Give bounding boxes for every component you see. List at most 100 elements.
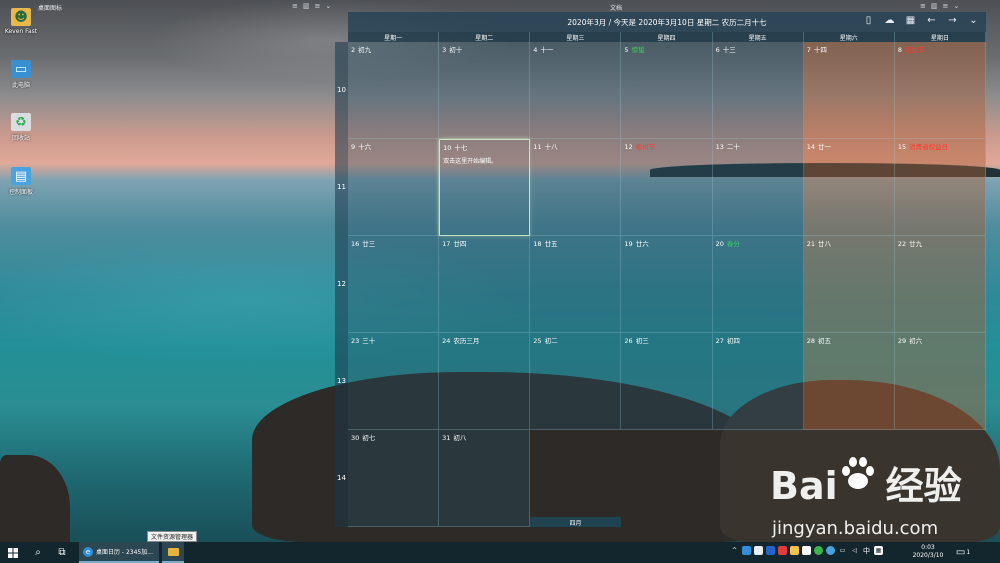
strip-ctrl[interactable]: ⌄ bbox=[325, 2, 331, 10]
day-cell[interactable]: 5 惊蛰 bbox=[621, 42, 713, 139]
browser-icon: e bbox=[83, 546, 93, 557]
lunar-date: 初八 bbox=[453, 434, 467, 442]
day-cell[interactable]: 7 十四 bbox=[803, 42, 895, 139]
lunar-date: 初七 bbox=[362, 434, 376, 442]
desktop-icon-user[interactable]: ☻ Keven Fast bbox=[4, 8, 38, 48]
cloud-icon[interactable]: ☁ bbox=[883, 15, 896, 26]
day-cell[interactable]: 4 十一 bbox=[530, 42, 622, 139]
day-number: 4 bbox=[533, 46, 538, 54]
lunar-date: 消费者权益日 bbox=[909, 143, 949, 151]
taskbar-file-explorer[interactable] bbox=[162, 542, 184, 563]
day-cell[interactable]: 3 初十 bbox=[439, 42, 531, 139]
day-cell[interactable]: 27 初四 bbox=[712, 333, 804, 430]
tray-app-icon[interactable] bbox=[766, 546, 775, 555]
strip-ctrl[interactable]: ≡ bbox=[315, 2, 321, 10]
day-cell[interactable]: 24 农历三月 bbox=[439, 333, 531, 430]
lunar-date: 春分 bbox=[726, 240, 740, 248]
arrow-left-icon[interactable]: ← bbox=[925, 15, 938, 26]
watermark-logo-left: Bai bbox=[770, 464, 838, 508]
phone-icon[interactable]: ▯ bbox=[862, 15, 875, 26]
day-cell[interactable]: 21 廿八 bbox=[803, 236, 895, 333]
day-label: 16 廿三 bbox=[351, 238, 435, 248]
day-cell[interactable]: 25 初二 bbox=[530, 333, 622, 430]
action-center-button[interactable]: ▭ 1 bbox=[952, 542, 974, 563]
day-cell[interactable]: 13 二十 bbox=[712, 139, 804, 236]
day-cell[interactable]: 11 十八 bbox=[530, 139, 622, 236]
day-label: 2 初九 bbox=[351, 44, 435, 54]
calendar-icon[interactable]: ▦ bbox=[904, 15, 917, 26]
right-panel-title: 文档 bbox=[610, 5, 623, 12]
day-number: 27 bbox=[715, 337, 724, 345]
day-number: 28 bbox=[806, 337, 815, 345]
day-cell[interactable]: 6 十三 bbox=[712, 42, 804, 139]
lunar-date: 十四 bbox=[813, 46, 827, 54]
strip-ctrl[interactable]: ≡ bbox=[920, 2, 926, 10]
network-icon[interactable]: ▭ bbox=[838, 546, 847, 555]
day-cell[interactable]: 26 初三 bbox=[621, 333, 713, 430]
day-cell[interactable]: 30 初七 bbox=[348, 430, 440, 527]
day-cell[interactable]: 18 廿五 bbox=[530, 236, 622, 333]
desktop-icon-recycle-bin[interactable]: ♻ 回收站 bbox=[4, 113, 38, 153]
desktop-icon-control-panel[interactable]: ▤ 控制面板 bbox=[4, 167, 38, 207]
search-button[interactable]: ⌕ bbox=[28, 542, 48, 563]
strip-ctrl[interactable]: ⌄ bbox=[953, 2, 959, 10]
strip-ctrl[interactable]: ≡ bbox=[943, 2, 949, 10]
lunar-date: 十一 bbox=[540, 46, 554, 54]
strip-ctrl[interactable]: ▥ bbox=[303, 2, 310, 10]
day-number: 16 bbox=[351, 240, 360, 248]
arrow-right-icon[interactable]: → bbox=[946, 15, 959, 26]
task-view-button[interactable]: ⧉ bbox=[52, 542, 72, 563]
tray-app-icon[interactable] bbox=[754, 546, 763, 555]
taskbar-clock[interactable]: 0:03 2020/3/10 bbox=[906, 544, 950, 560]
day-cell-today[interactable]: 10 十七 双击这里开始编辑。 bbox=[439, 139, 531, 236]
calendar-header: 2020年3月 / 今天是 2020年3月10日 星期二 农历二月十七 ▯ ☁ … bbox=[348, 12, 986, 32]
day-cell[interactable]: 14 廿一 bbox=[803, 139, 895, 236]
day-cell[interactable]: 16 廿三 bbox=[348, 236, 440, 333]
day-cell[interactable]: 29 初六 bbox=[894, 333, 986, 430]
right-panel-controls[interactable]: ≡ ▥ ≡ ⌄ bbox=[920, 2, 959, 10]
lunar-date: 十三 bbox=[722, 46, 736, 54]
next-month-tab[interactable]: 四月 bbox=[530, 517, 621, 527]
day-cell[interactable]: 15 消费者权益日 bbox=[894, 139, 986, 236]
day-number: 30 bbox=[351, 434, 360, 442]
day-cell[interactable]: 9 十六 bbox=[348, 139, 440, 236]
calendar-toolbar: ▯ ☁ ▦ ← → ⌄ bbox=[862, 15, 980, 26]
tray-app-icon[interactable] bbox=[790, 546, 799, 555]
taskbar-app-label: 桌面日历 - 2345加... bbox=[96, 549, 153, 556]
day-cell[interactable]: 2 初九 bbox=[348, 42, 440, 139]
weekday-header-row: 星期一 星期二 星期三 星期四 星期五 星期六 星期日 bbox=[348, 32, 986, 42]
tray-app-icon[interactable] bbox=[742, 546, 751, 555]
recycle-bin-icon: ♻ bbox=[11, 113, 31, 131]
system-tray: ^ ▭ ◁ 中 ▦ bbox=[730, 546, 883, 555]
day-cell[interactable]: 23 三十 bbox=[348, 333, 440, 430]
weekday-label: 星期二 bbox=[439, 32, 531, 42]
tray-app-icon[interactable] bbox=[826, 546, 835, 555]
day-cell[interactable]: 19 廿六 bbox=[621, 236, 713, 333]
day-cell[interactable]: 8 妇女节 bbox=[894, 42, 986, 139]
volume-icon[interactable]: ◁ bbox=[850, 546, 859, 555]
tray-app-icon[interactable]: ▦ bbox=[874, 546, 883, 555]
desktop-icon-computer[interactable]: ▭ 此电脑 bbox=[4, 60, 38, 100]
left-panel-controls[interactable]: ≡ ▥ ≡ ⌄ bbox=[292, 2, 331, 10]
tray-app-icon[interactable] bbox=[802, 546, 811, 555]
day-cell[interactable]: 20 春分 bbox=[712, 236, 804, 333]
wechat-icon[interactable] bbox=[814, 546, 823, 555]
day-cell[interactable]: 22 廿九 bbox=[894, 236, 986, 333]
chevron-down-icon[interactable]: ⌄ bbox=[967, 15, 980, 26]
ime-indicator[interactable]: 中 bbox=[862, 546, 871, 555]
start-button[interactable] bbox=[2, 542, 24, 563]
day-note: 双击这里开始编辑。 bbox=[443, 158, 498, 165]
day-cell[interactable]: 17 廿四 bbox=[439, 236, 531, 333]
tray-app-icon[interactable] bbox=[778, 546, 787, 555]
day-label: 21 廿八 bbox=[807, 238, 891, 248]
strip-ctrl[interactable]: ▥ bbox=[931, 2, 938, 10]
day-cell[interactable]: 28 初五 bbox=[803, 333, 895, 430]
desktop-icon-label: 控制面板 bbox=[8, 189, 33, 196]
day-cell[interactable]: 12 植树节 bbox=[621, 139, 713, 236]
day-cell[interactable]: 31 初八 bbox=[439, 430, 531, 527]
day-number: 6 bbox=[715, 46, 720, 54]
taskbar-app-desktop-calendar[interactable]: e 桌面日历 - 2345加... bbox=[79, 542, 159, 563]
strip-ctrl[interactable]: ≡ bbox=[292, 2, 298, 10]
clock-time: 0:03 bbox=[921, 544, 935, 551]
tray-overflow-chevron[interactable]: ^ bbox=[730, 546, 739, 555]
